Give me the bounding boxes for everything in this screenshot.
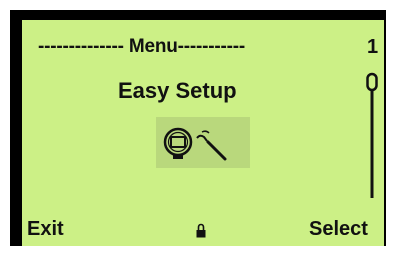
menu-item-label: Easy Setup: [118, 78, 237, 103]
menu-title: -------------- Menu-----------: [38, 36, 246, 57]
exit-softkey[interactable]: Exit: [27, 219, 64, 239]
scrollbar[interactable]: [366, 72, 378, 198]
page-number: 1: [367, 36, 379, 58]
select-softkey[interactable]: Select: [309, 219, 368, 239]
device-wrench-icon: [156, 117, 250, 168]
padlock-icon: [196, 223, 206, 238]
